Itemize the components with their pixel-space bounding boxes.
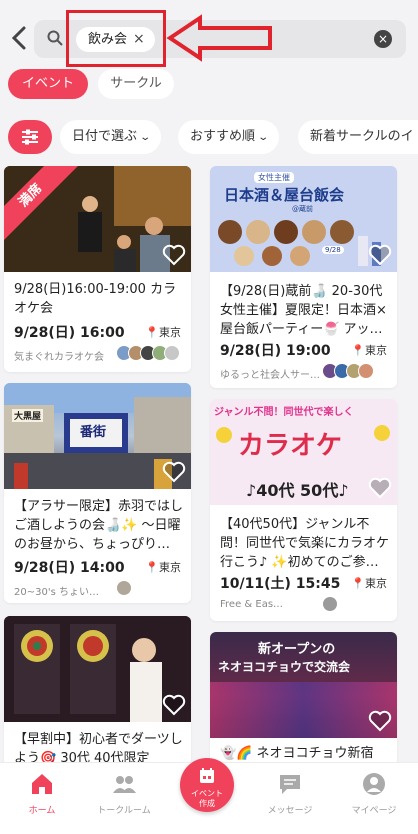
heart-icon[interactable]	[162, 461, 186, 483]
nav-mypage[interactable]: マイページ	[332, 771, 416, 816]
back-arrow-icon[interactable]	[8, 22, 32, 54]
banner-line1: 新オープンの	[258, 642, 336, 657]
create-event-label-1: イベント	[191, 789, 223, 798]
chevron-down-icon: ⌄	[257, 132, 270, 143]
event-datetime: 9/28(日) 19:00	[220, 343, 331, 359]
chat-bubble-icon	[280, 775, 300, 794]
event-organizer: 20~30's ちょい…	[14, 587, 99, 598]
avatar	[164, 345, 180, 361]
banner-top: ジャンル不問！同世代で楽しく	[214, 407, 354, 418]
calendar-icon	[200, 768, 214, 783]
event-title: 👻🌈 ネオヨコチョウ新宿	[220, 746, 374, 761]
tab-events[interactable]: イベント	[8, 69, 88, 99]
sort-dropdown[interactable]: おすすめ順 ⌄	[178, 120, 280, 154]
event-card[interactable]: 満席 9/28(日)16:00-19:00 カラオケ会 9/28(日) 16:0…	[4, 166, 191, 372]
banner-sign-secondary: 大黒屋	[12, 409, 44, 422]
event-card[interactable]: 番街 大黒屋 【アラサー限定】赤羽ではしご酒しようの会🍶✨ 〜日曜のお昼から、ち…	[4, 383, 191, 603]
event-datetime: 9/28(日) 16:00	[14, 325, 125, 341]
banner-title: 日本酒＆屋台飯会	[224, 186, 345, 204]
location-label: 東京	[365, 344, 387, 357]
event-datetime: 9/28(日) 14:00	[14, 560, 125, 576]
event-location: 📍東京	[145, 561, 181, 574]
emoji-decoration	[216, 427, 232, 443]
location-label: 東京	[365, 577, 387, 590]
event-title: 【9/28(日)蔵前🍶 20-30代女性主催】夏限定！日本酒×屋台飯パーティー🍧…	[220, 284, 387, 337]
avatar	[358, 363, 374, 379]
event-card[interactable]: 【早割中】初心者でダーツしよう🎯 30代 40代限定	[4, 616, 191, 766]
annotation-highlight-box	[66, 10, 166, 67]
new-circles-filter[interactable]: 新着サークルのイ	[298, 120, 418, 154]
nav-home-label: ホーム	[28, 806, 56, 816]
create-event-label-2: 作成	[199, 799, 215, 808]
nav-talkroom[interactable]: トークルーム	[82, 771, 166, 816]
location-label: 東京	[159, 561, 181, 574]
event-title: 【アラサー限定】赤羽ではしご酒しようの会🍶✨ 〜日曜のお昼から、ちょっぴり…	[14, 499, 183, 552]
event-location: 📍東京	[351, 344, 387, 357]
home-icon	[32, 774, 52, 794]
user-icon	[363, 773, 385, 795]
create-event-button[interactable]: イベント 作成	[180, 758, 234, 812]
event-title: 【40代50代】ジャンル不問！同世代で気楽にカラオケ行こう♪ ✨初めてのご参…	[220, 517, 389, 570]
emoji-decoration	[374, 425, 390, 441]
heart-icon[interactable]	[368, 710, 392, 732]
banner-subtitle: 女性主催	[254, 172, 294, 183]
banner-main: カラオケ	[238, 431, 343, 461]
filter-settings-button[interactable]	[8, 120, 52, 154]
event-card[interactable]: 新オープンの ネオヨコチョウで交流会 👻🌈 ネオヨコチョウ新宿	[210, 632, 397, 766]
event-location: 📍東京	[145, 326, 181, 339]
date-filter-label: 日付で選ぶ	[72, 129, 138, 144]
chevron-down-icon: ⌄	[139, 132, 152, 143]
event-title: 【早割中】初心者でダーツしよう🎯 30代 40代限定	[14, 732, 183, 766]
date-filter-dropdown[interactable]: 日付で選ぶ ⌄	[60, 120, 162, 154]
attendee-avatars	[116, 345, 180, 361]
search-icon	[47, 30, 63, 46]
new-circles-label: 新着サークルのイ	[310, 129, 414, 144]
banner-sign: 番街	[80, 425, 107, 440]
event-datetime: 10/11(土) 15:45	[220, 576, 341, 592]
event-organizer: Free & Eas…	[220, 599, 284, 610]
location-label: 東京	[159, 326, 181, 339]
heart-icon[interactable]	[368, 477, 392, 499]
heart-icon[interactable]	[368, 244, 392, 266]
attendee-avatars	[322, 363, 374, 379]
heart-icon[interactable]	[162, 694, 186, 716]
annotation-arrow-icon	[166, 14, 272, 62]
nav-messages-label: メッセージ	[267, 806, 313, 816]
avatar	[322, 596, 338, 612]
sort-label: おすすめ順	[190, 129, 256, 144]
event-title: 9/28(日)16:00-19:00 カラオケ会	[14, 282, 177, 316]
clear-search-icon[interactable]: ×	[374, 30, 392, 48]
header-bar: 飲み会 × ×	[0, 0, 418, 67]
people-icon	[113, 776, 136, 793]
nav-mypage-label: マイページ	[351, 806, 397, 816]
banner-place: @蔵前	[292, 205, 313, 213]
filter-row: 日付で選ぶ ⌄ おすすめ順 ⌄ 新着サークルのイ	[0, 120, 418, 156]
nav-talkroom-label: トークルーム	[97, 806, 151, 816]
sliders-icon	[22, 129, 38, 145]
banner-line2: ネオヨコチョウで交流会	[218, 660, 351, 674]
event-organizer: ゆるっと社会人サー…	[220, 370, 320, 381]
banner-date: 9/28	[322, 246, 344, 254]
nav-messages[interactable]: メッセージ	[248, 771, 332, 816]
event-location: 📍東京	[351, 577, 387, 590]
avatar	[116, 580, 132, 596]
event-organizer: 気まぐれカラオケ会	[14, 352, 104, 363]
attendee-avatars	[322, 596, 338, 612]
attendee-avatars	[116, 580, 132, 596]
banner-bottom: ♪40代 50代♪	[246, 481, 349, 500]
heart-icon[interactable]	[162, 244, 186, 266]
event-card[interactable]: ジャンル不問！同世代で楽しく カラオケ ♪40代 50代♪ 【40代50代】ジャ…	[210, 399, 397, 621]
tab-circles[interactable]: サークル	[98, 69, 174, 99]
event-card[interactable]: 女性主催 日本酒＆屋台飯会 @蔵前 9/28 【9/28(日)蔵前🍶 20-30…	[210, 166, 397, 388]
nav-home[interactable]: ホーム	[0, 771, 84, 816]
category-tabs: イベント サークル	[0, 66, 418, 106]
